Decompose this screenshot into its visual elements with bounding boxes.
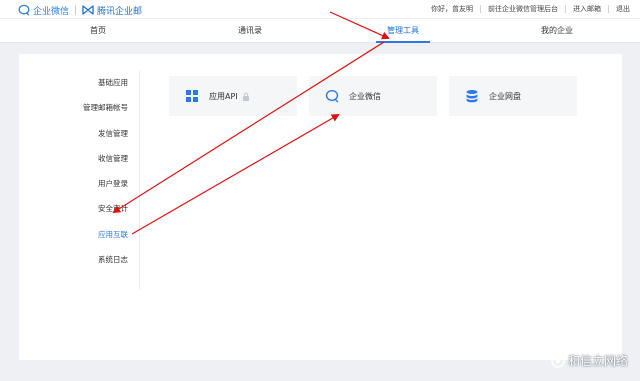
tab-home[interactable]: 首页 bbox=[82, 19, 114, 43]
exmail-logo-icon bbox=[82, 5, 94, 15]
sidebar-item-app-interconnect[interactable]: 应用互联 bbox=[19, 222, 139, 247]
top-bar: 企业微信 腾讯企业邮 你好，曾友明 前往企业微信管理后台 进入邮箱 退出 bbox=[0, 0, 640, 19]
card-app-api-label: 应用API bbox=[209, 91, 238, 101]
wecom-icon bbox=[325, 89, 339, 103]
sidebar-divider bbox=[139, 70, 140, 290]
watermark-logo-icon bbox=[551, 353, 565, 368]
sidebar-menu: 基础应用 管理邮箱帐号 发信管理 收信管理 用户登录 安全审计 应用互联 系统日… bbox=[19, 70, 139, 272]
top-links: 你好，曾友明 前往企业微信管理后台 进入邮箱 退出 bbox=[431, 4, 630, 14]
brand-exmail-label: 腾讯企业邮 bbox=[97, 6, 143, 17]
watermark-text: 和信立网络 bbox=[567, 354, 628, 368]
wecom-logo-icon bbox=[18, 4, 30, 16]
divider bbox=[480, 5, 481, 13]
sidebar-item-admin-mail-accounts[interactable]: 管理邮箱帐号 bbox=[19, 95, 139, 120]
tab-my-enterprise[interactable]: 我的企业 bbox=[535, 19, 579, 43]
database-icon bbox=[466, 90, 478, 103]
card-wecom[interactable]: 企业微信 bbox=[309, 76, 437, 116]
sidebar-item-basic-apps[interactable]: 基础应用 bbox=[19, 70, 139, 95]
sidebar-item-system-log[interactable]: 系统日志 bbox=[19, 247, 139, 272]
sidebar-item-security-audit[interactable]: 安全审计 bbox=[19, 196, 139, 221]
card-app-api[interactable]: 应用API bbox=[169, 76, 297, 116]
card-enterprise-disk[interactable]: 企业网盘 bbox=[449, 76, 577, 116]
greeting-text: 你好，曾友明 bbox=[431, 5, 473, 13]
content-panel: 基础应用 管理邮箱帐号 发信管理 收信管理 用户登录 安全审计 应用互联 系统日… bbox=[19, 54, 622, 360]
main-nav: 首页 通讯录 管理工具 我的企业 bbox=[0, 19, 640, 43]
watermark: 和信立网络 bbox=[551, 352, 628, 369]
goto-admin-link[interactable]: 前往企业微信管理后台 bbox=[488, 4, 558, 14]
logout-link[interactable]: 退出 bbox=[616, 4, 630, 14]
sidebar-item-user-login[interactable]: 用户登录 bbox=[19, 171, 139, 196]
card-enterprise-disk-label: 企业网盘 bbox=[489, 91, 521, 101]
inbox-link[interactable]: 进入邮箱 bbox=[573, 4, 601, 14]
sidebar-item-send-management[interactable]: 发信管理 bbox=[19, 121, 139, 146]
tab-contacts[interactable]: 通讯录 bbox=[232, 19, 268, 43]
lock-icon bbox=[242, 92, 249, 101]
grid-icon bbox=[186, 90, 198, 102]
tab-admin-tools[interactable]: 管理工具 bbox=[376, 19, 430, 43]
card-wecom-label: 企业微信 bbox=[349, 91, 381, 101]
brand[interactable]: 企业微信 腾讯企业邮 bbox=[18, 3, 142, 17]
brand-divider bbox=[75, 5, 77, 15]
divider bbox=[565, 5, 566, 13]
sidebar-item-receive-management[interactable]: 收信管理 bbox=[19, 146, 139, 171]
divider bbox=[608, 5, 609, 13]
brand-wecom-label: 企业微信 bbox=[33, 6, 70, 17]
